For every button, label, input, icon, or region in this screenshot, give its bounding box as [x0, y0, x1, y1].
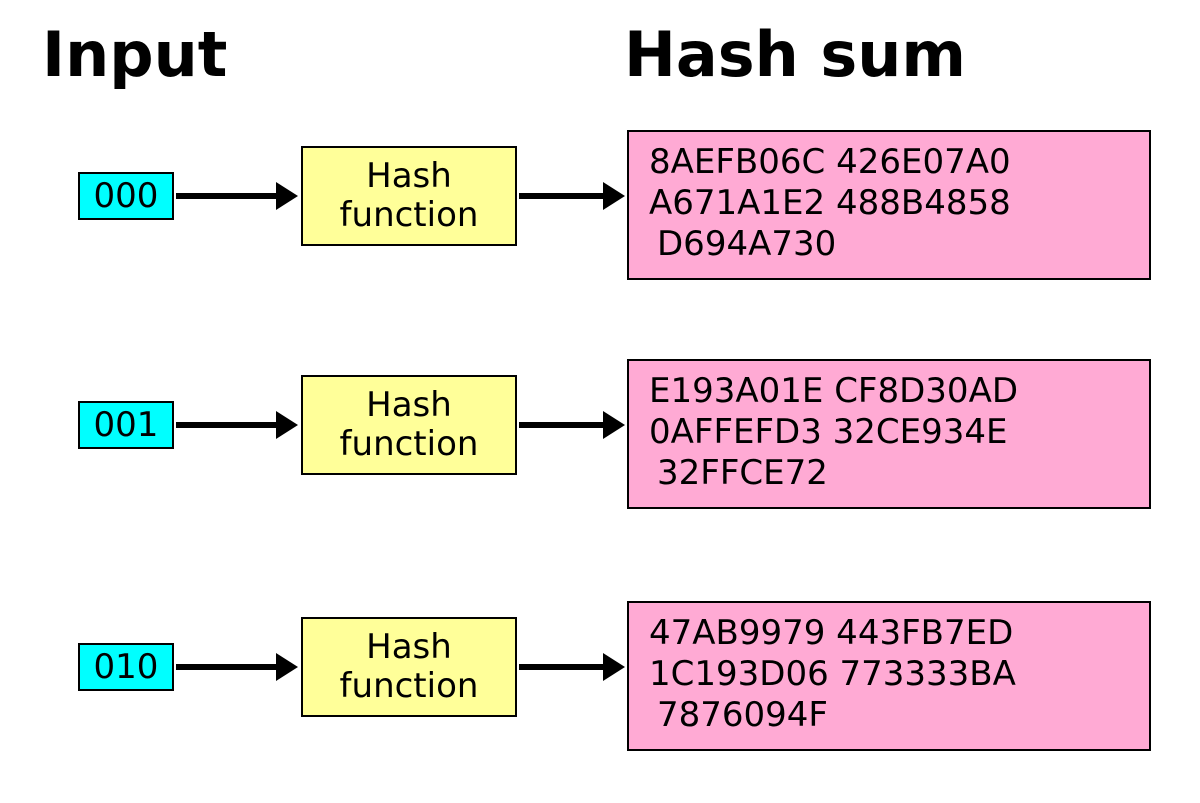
hash-line: 1C193D06 773333BA: [649, 654, 1129, 695]
hash-line: E193A01E CF8D30AD: [649, 371, 1129, 412]
hash-line: 0AFFEFD3 32CE934E: [649, 412, 1129, 453]
hash-function-box: Hash function: [301, 617, 517, 717]
hash-function-box: Hash function: [301, 146, 517, 246]
hash-line: 7876094F: [649, 695, 1129, 736]
input-box: 001: [78, 401, 174, 449]
hash-line: 47AB9979 443FB7ED: [649, 613, 1129, 654]
hash-line: A671A1E2 488B4858: [649, 183, 1129, 224]
arrow-icon: [176, 422, 276, 428]
arrow-icon: [519, 664, 603, 670]
arrow-icon: [176, 193, 276, 199]
input-box: 000: [78, 172, 174, 220]
input-box: 010: [78, 643, 174, 691]
hash-line: 8AEFB06C 426E07A0: [649, 142, 1129, 183]
heading-input: Input: [42, 18, 227, 91]
arrow-icon: [519, 422, 603, 428]
arrow-icon: [519, 193, 603, 199]
heading-hash-sum: Hash sum: [624, 18, 966, 91]
arrow-icon: [176, 664, 276, 670]
hash-line: D694A730: [649, 224, 1129, 265]
hash-function-box: Hash function: [301, 375, 517, 475]
hash-line: 32FFCE72: [649, 453, 1129, 494]
hash-output-box: E193A01E CF8D30AD 0AFFEFD3 32CE934E 32FF…: [627, 359, 1151, 509]
hash-output-box: 8AEFB06C 426E07A0 A671A1E2 488B4858 D694…: [627, 130, 1151, 280]
hash-output-box: 47AB9979 443FB7ED 1C193D06 773333BA 7876…: [627, 601, 1151, 751]
